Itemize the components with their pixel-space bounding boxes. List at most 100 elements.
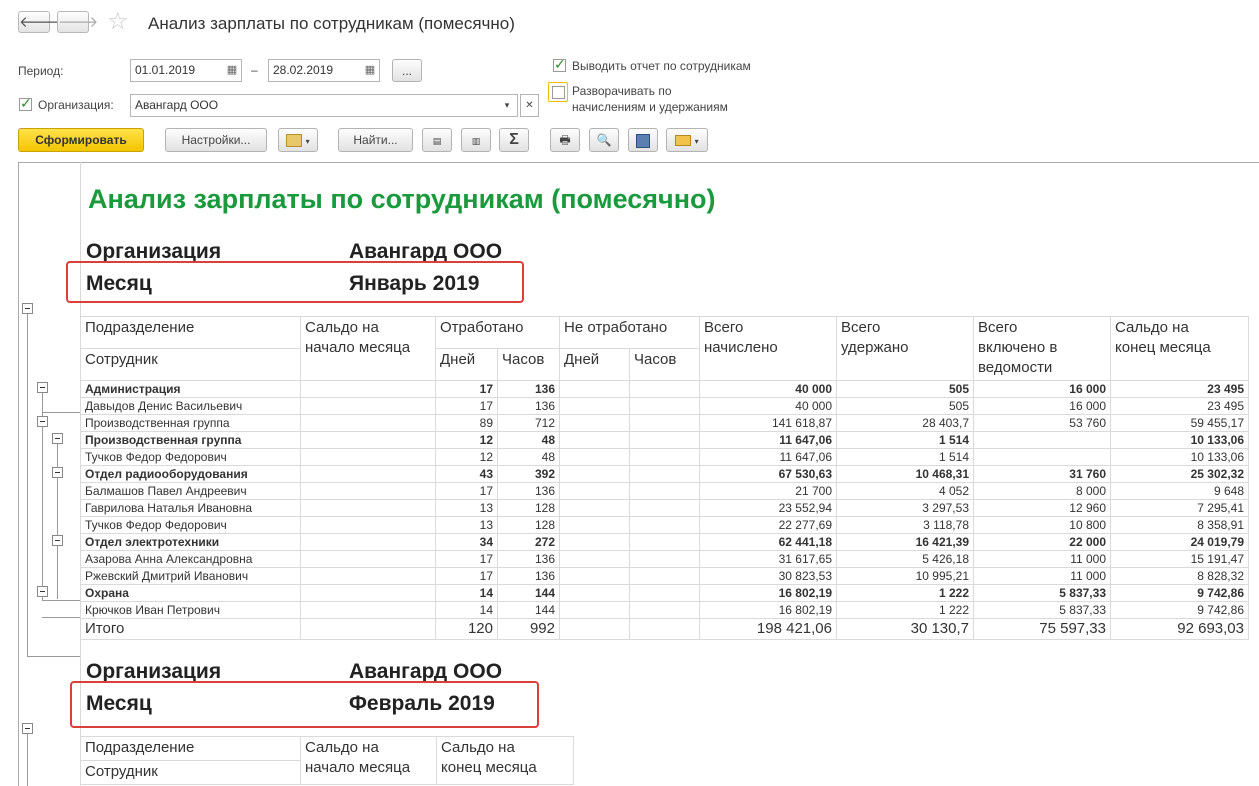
- cell-included: 10 800: [973, 516, 1111, 534]
- collapse-toggle[interactable]: [37, 382, 48, 393]
- period-dash: –: [251, 63, 258, 77]
- cell-days: 12: [435, 431, 498, 449]
- cell-name: Крючков Иван Петрович: [80, 601, 301, 619]
- show-employees-checkbox[interactable]: [553, 56, 566, 73]
- cell-end: 8 828,32: [1110, 567, 1249, 585]
- table-row[interactable]: Тучков Федор Федорович 12 48 11 647,06 1 514…: [80, 448, 1249, 466]
- cell-end: 9 742,86: [1110, 601, 1249, 619]
- expand-groups-button[interactable]: ▥: [461, 128, 491, 152]
- date-from-field[interactable]: 01.01.2019 ▦: [130, 59, 242, 82]
- table-row[interactable]: Азарова Анна Александровна 17 136 31 617,65…: [80, 550, 1249, 568]
- cell-included: 22 000: [973, 533, 1111, 551]
- collapse-groups-button[interactable]: ▤: [422, 128, 452, 152]
- table-row[interactable]: Крючков Иван Петрович 14 144 16 802,19 1 222…: [80, 601, 1249, 619]
- collapse-toggle[interactable]: [37, 586, 48, 597]
- cell-start: [300, 465, 436, 483]
- variants-dropdown-button[interactable]: ▾: [278, 128, 318, 152]
- save-icon: [636, 133, 650, 148]
- cell-nd: [559, 465, 630, 483]
- header-worked: Отработано: [435, 316, 560, 349]
- sum-button[interactable]: Σ: [499, 128, 529, 152]
- date-to-field[interactable]: 28.02.2019 ▦: [268, 59, 380, 82]
- header-withheld-line2: удержано: [841, 339, 909, 356]
- outline-line: [42, 600, 80, 601]
- table-row[interactable]: Гаврилова Наталья Ивановна 13 128 23 552,94…: [80, 499, 1249, 517]
- collapse-toggle[interactable]: [52, 467, 63, 478]
- table-row[interactable]: Администрация 17 136 40 000 505 16 000 23 495: [80, 380, 1249, 398]
- save-button[interactable]: [628, 128, 658, 152]
- cell-included: 16 000: [973, 397, 1111, 415]
- collapse-toggle[interactable]: [37, 416, 48, 427]
- collapse-toggle[interactable]: [22, 303, 33, 314]
- cell-withheld: 5 426,18: [836, 550, 974, 568]
- report-left-border: [18, 162, 19, 786]
- cell-accrued: 62 441,18: [699, 533, 837, 551]
- preview-button[interactable]: 🔍: [589, 128, 619, 152]
- find-button[interactable]: Найти...: [338, 128, 413, 152]
- total-withheld: 30 130,7: [836, 618, 974, 640]
- cell-withheld: 1 514: [836, 431, 974, 449]
- expand-checkbox[interactable]: [552, 86, 565, 99]
- collapse-toggle[interactable]: [52, 535, 63, 546]
- cell-nh: [629, 465, 700, 483]
- forward-button[interactable]: 🡒: [57, 11, 98, 33]
- collapse-toggle[interactable]: [52, 433, 63, 444]
- cell-days: 89: [435, 414, 498, 432]
- date-to-value: 28.02.2019: [273, 63, 334, 77]
- table-row[interactable]: Отдел радиооборудования 43 392 67 530,63 10 …: [80, 465, 1249, 483]
- back-button[interactable]: 🡐: [18, 11, 59, 33]
- header-employee: Сотрудник: [80, 348, 301, 381]
- collapse-toggle[interactable]: [22, 723, 33, 734]
- cell-included: 11 000: [973, 550, 1111, 568]
- table-row[interactable]: Охрана 14 144 16 802,19 1 222 5 837,33 9 742,8…: [80, 584, 1249, 602]
- star-icon[interactable]: ☆: [107, 9, 129, 35]
- cell-days: 17: [435, 482, 498, 500]
- window-title: Анализ зарплаты по сотрудникам (помесячн…: [148, 14, 515, 33]
- cell-days: 12: [435, 448, 498, 466]
- organization-clear-icon[interactable]: ✕: [520, 94, 539, 117]
- table-row[interactable]: Давыдов Денис Васильевич 17 136 40 000 505 16…: [80, 397, 1249, 415]
- cell-hours: 136: [497, 482, 560, 500]
- header-start-balance-line2: начало месяца: [305, 339, 411, 356]
- calendar-icon[interactable]: ▦: [225, 63, 239, 77]
- report-title: Анализ зарплаты по сотрудникам (помесячн…: [88, 184, 716, 214]
- settings-button[interactable]: Настройки...: [165, 128, 267, 152]
- organization-field[interactable]: Авангард ООО: [130, 94, 518, 117]
- cell-nd: [559, 431, 630, 449]
- header-start-balance-2-line2: начало месяца: [305, 759, 411, 776]
- print-button[interactable]: 🖶: [550, 128, 580, 152]
- total-hours: 992: [497, 618, 560, 640]
- header-start-balance-2: Сальдо на начало месяца: [300, 736, 437, 785]
- organization-dropdown-icon[interactable]: ▾: [497, 95, 517, 116]
- table-row[interactable]: Ржевский Дмитрий Иванович 17 136 30 823,53 1…: [80, 567, 1249, 585]
- table-row[interactable]: Производственная группа 12 48 11 647,06 1 51…: [80, 431, 1249, 449]
- total-days: 120: [435, 618, 498, 640]
- header-accrued: Всего начислено: [699, 316, 837, 381]
- table-row[interactable]: Балмашов Павел Андреевич 17 136 21 700 4 052…: [80, 482, 1249, 500]
- header-end-balance-line1: Сальдо на: [1115, 319, 1189, 336]
- cell-nd: [559, 516, 630, 534]
- period-select-button[interactable]: ...: [392, 59, 422, 82]
- cell-included: 16 000: [973, 380, 1111, 398]
- header-end-balance-line2: конец месяца: [1115, 339, 1211, 356]
- cell-accrued: 16 802,19: [699, 601, 837, 619]
- calendar-icon[interactable]: ▦: [363, 63, 377, 77]
- organization-label: Организация:: [38, 98, 114, 112]
- cell-name: Гаврилова Наталья Ивановна: [80, 499, 301, 517]
- send-email-button[interactable]: ▾: [666, 128, 708, 152]
- table-row[interactable]: Производственная группа 89 712 141 618,87 28…: [80, 414, 1249, 432]
- total-start: [300, 618, 436, 640]
- cell-hours: 128: [497, 516, 560, 534]
- organization-checkbox[interactable]: [19, 95, 32, 112]
- header-included-line1: Всего: [978, 319, 1018, 336]
- cell-nd: [559, 397, 630, 415]
- cell-nh: [629, 516, 700, 534]
- cell-end: 9 648: [1110, 482, 1249, 500]
- table-row[interactable]: Тучков Федор Федорович 13 128 22 277,69 3 11…: [80, 516, 1249, 534]
- cell-nh: [629, 380, 700, 398]
- cell-nd: [559, 380, 630, 398]
- table-row[interactable]: Отдел электротехники 34 272 62 441,18 16 421…: [80, 533, 1249, 551]
- cell-withheld: 505: [836, 397, 974, 415]
- generate-button[interactable]: Сформировать: [18, 128, 144, 152]
- cell-included: 5 837,33: [973, 601, 1111, 619]
